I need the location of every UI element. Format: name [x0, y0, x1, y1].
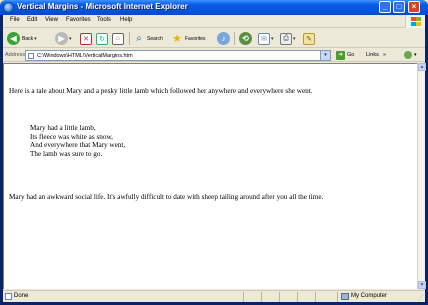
back-dropdown-icon[interactable]: ▾ [34, 36, 37, 42]
status-cell [243, 292, 244, 302]
page-content: Here is a tale about Mary and a pesky li… [3, 63, 417, 289]
menu-favorites[interactable]: Favorites [66, 17, 91, 23]
poem-line: And everywhere that Mary went, [30, 141, 126, 150]
minimize-button[interactable]: _ [379, 1, 391, 13]
menu-tools[interactable]: Tools [97, 17, 111, 23]
paragraph-intro: Here is a tale about Mary and a pesky li… [9, 87, 313, 95]
window-body: File Edit View Favorites Tools Help ◀ Ba… [3, 15, 426, 302]
poem-block: Mary had a little lamb, Its fleece was w… [30, 124, 125, 158]
page-done-icon [5, 293, 12, 300]
favorites-button[interactable]: ★ Favorites [171, 31, 206, 46]
print-icon: ⎙ [280, 32, 292, 45]
menu-view[interactable]: View [45, 17, 58, 23]
toolbar: ◀ Back ▾ ▶ ▾ ✕ ↻ ⌂ ⌕ Search ★ Favorites … [3, 29, 425, 48]
favorites-icon: ★ [172, 33, 182, 45]
status-cell [315, 292, 316, 302]
search-label: Search [147, 35, 163, 42]
poem-line: The lamb was sure to go. [30, 149, 103, 158]
address-label: Address [5, 52, 26, 58]
menu-help[interactable]: Help [120, 17, 132, 23]
scroll-down-icon[interactable]: ▼ [418, 281, 426, 289]
links-chevron-icon[interactable]: » [383, 52, 386, 58]
forward-icon: ▶ [55, 32, 68, 45]
menu-bar: File Edit View Favorites Tools Help [3, 15, 425, 28]
status-text: Done [14, 293, 29, 299]
forward-dropdown-icon[interactable]: ▾ [69, 36, 72, 42]
home-button[interactable]: ⌂ [112, 31, 124, 46]
back-label: Back [22, 35, 34, 42]
go-arrow-icon[interactable]: ➜ [336, 51, 345, 60]
back-button[interactable]: ◀ Back ▾ [7, 31, 37, 46]
go-button[interactable]: Go [347, 52, 354, 58]
links-button[interactable]: Links [366, 52, 379, 58]
browser-window: Vertical Margins - Microsoft Internet Ex… [0, 0, 428, 305]
edit-icon: ✎ [303, 32, 315, 45]
stop-button[interactable]: ✕ [80, 31, 92, 46]
mail-button[interactable]: ✉ ▾ [258, 31, 274, 46]
media-icon: ♪ [217, 32, 230, 45]
extension-dropdown-icon[interactable]: ▾ [414, 52, 417, 58]
title-bar[interactable]: Vertical Margins - Microsoft Internet Ex… [0, 0, 428, 15]
address-dropdown-icon[interactable]: ▾ [320, 51, 330, 60]
poem-line: Mary had a little lamb, [30, 124, 96, 132]
favorites-label: Favorites [185, 35, 206, 42]
zone-text: My Computer [351, 293, 388, 299]
search-button[interactable]: ⌕ Search [133, 31, 163, 46]
status-cell [337, 292, 338, 302]
page-icon [28, 53, 34, 59]
mail-dropdown-icon[interactable]: ▾ [271, 36, 274, 42]
home-icon: ⌂ [112, 32, 124, 45]
status-cell [279, 292, 280, 302]
status-cell [297, 292, 298, 302]
edit-button[interactable]: ✎ [303, 31, 315, 46]
status-bar: Done My Computer ⋰ [3, 290, 425, 302]
paragraph-closing: Mary had an awkward social life. It's aw… [9, 193, 324, 201]
refresh-button[interactable]: ↻ [96, 31, 108, 46]
toolbar-separator [234, 32, 235, 45]
computer-icon [341, 293, 349, 300]
address-input[interactable]: C:\Windows\HTML\VerticalMargins.htm ▾ [25, 50, 331, 61]
mail-icon: ✉ [258, 32, 270, 45]
extension-icon[interactable] [404, 51, 412, 59]
address-bar: Address C:\Windows\HTML\VerticalMargins.… [3, 49, 425, 62]
refresh-icon: ↻ [96, 32, 108, 45]
vertical-scrollbar[interactable]: ▲ ▼ [417, 63, 426, 289]
media-button[interactable]: ♪ [217, 31, 230, 46]
back-icon: ◀ [7, 32, 20, 45]
maximize-button[interactable]: □ [393, 1, 405, 13]
search-icon: ⌕ [136, 33, 142, 44]
print-dropdown-icon[interactable]: ▾ [293, 36, 296, 42]
toolbar-separator [129, 32, 130, 45]
menu-file[interactable]: File [10, 17, 20, 23]
menu-edit[interactable]: Edit [27, 17, 37, 23]
resize-grip-icon[interactable]: ⋰ [418, 294, 424, 301]
history-icon: ⟲ [239, 32, 252, 45]
scroll-up-icon[interactable]: ▲ [418, 63, 426, 71]
history-button[interactable]: ⟲ [239, 31, 252, 46]
address-url[interactable]: C:\Windows\HTML\VerticalMargins.htm [37, 53, 133, 59]
ie-logo-icon [3, 2, 14, 13]
poem-line: Its fleece was white as snow, [30, 132, 113, 141]
window-title: Vertical Margins - Microsoft Internet Ex… [17, 2, 188, 11]
forward-button[interactable]: ▶ ▾ [55, 31, 72, 46]
windows-logo-icon [405, 15, 425, 28]
stop-icon: ✕ [80, 32, 92, 45]
status-cell [261, 292, 262, 302]
print-button[interactable]: ⎙ ▾ [280, 31, 296, 46]
close-button[interactable]: × [408, 1, 420, 13]
